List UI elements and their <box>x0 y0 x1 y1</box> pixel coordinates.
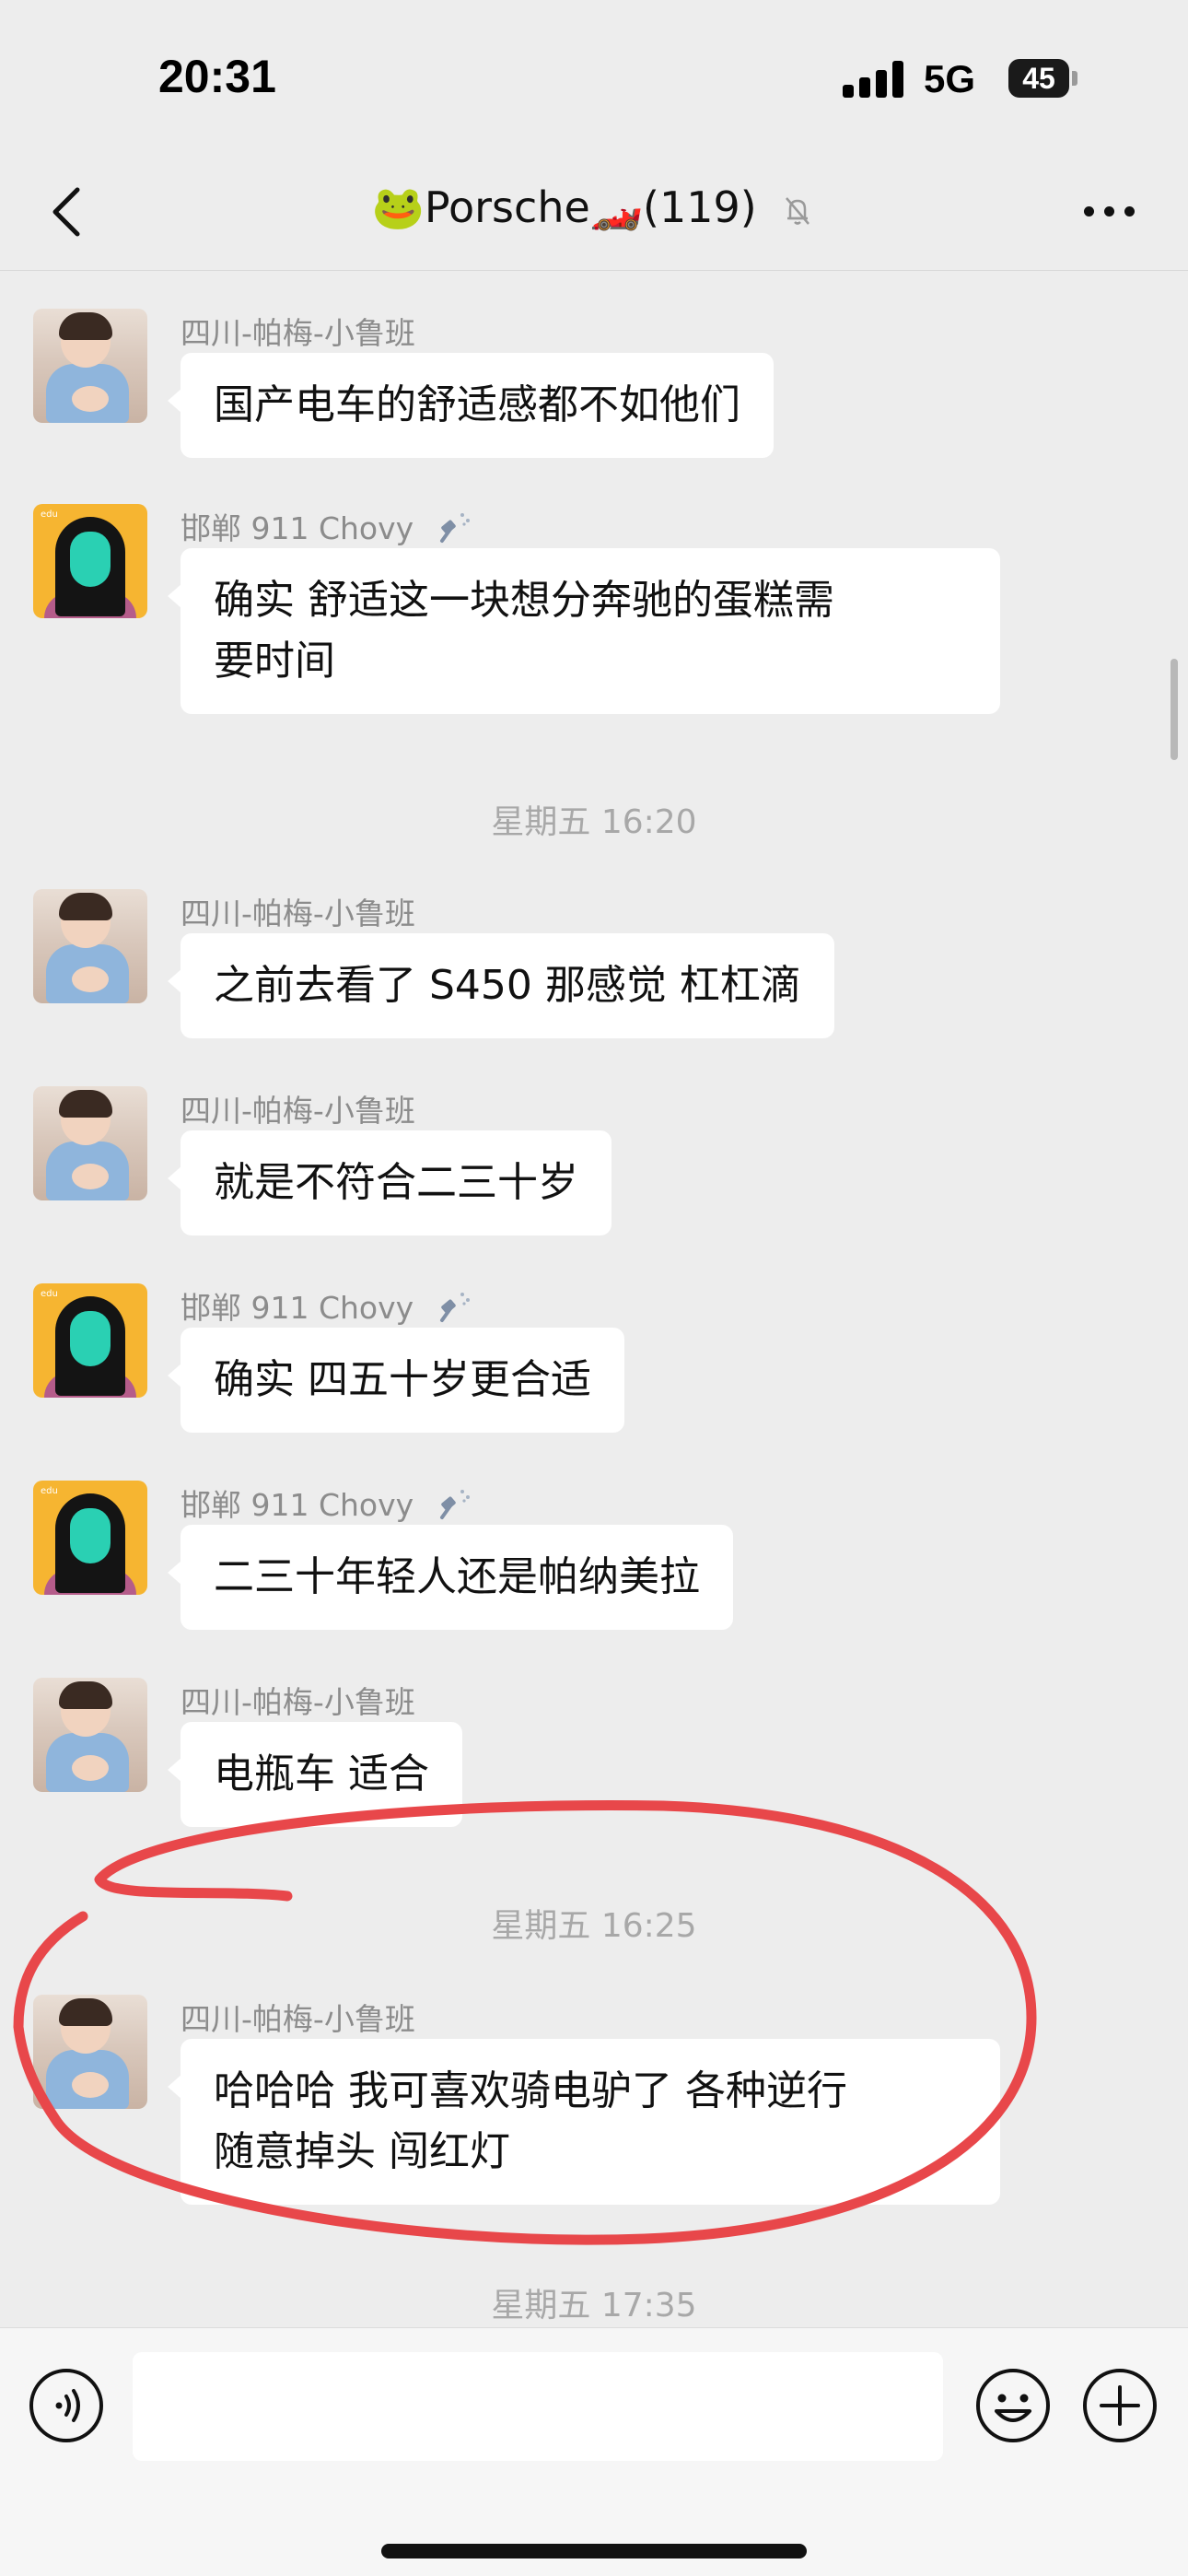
message-item: 四川-帕梅-小鲁班 哈哈哈 我可喜欢骑电驴了 各种逆行 随意掉头 闯红灯 <box>0 1995 1105 2234</box>
cellular-signal-icon <box>843 61 905 98</box>
nav-bar: 🐸Porsche🏎️(119) <box>0 157 1188 271</box>
sender-name: 四川-帕梅-小鲁班 <box>181 1093 415 1129</box>
message-bubble[interactable]: 确实 舒适这一块想分奔驰的蛋糕需 要时间 <box>168 548 1000 714</box>
avatar[interactable] <box>33 889 147 1003</box>
message-text: 国产电车的舒适感都不如他们 <box>214 381 740 428</box>
sender-name: 邯郸 911 Chovy <box>181 504 473 548</box>
battery-icon: 45 <box>1008 59 1069 98</box>
sender-name-text: 邯郸 911 Chovy <box>181 1290 414 1326</box>
avatar[interactable]: edu <box>33 504 147 618</box>
sender-name-text: 邯郸 911 Chovy <box>181 510 414 546</box>
network-type: 5G <box>924 57 976 100</box>
message-text: 要时间 <box>214 638 335 685</box>
message-bubble[interactable]: 确实 四五十岁更合适 <box>168 1328 624 1433</box>
plus-icon[interactable] <box>1081 2367 1159 2444</box>
sender-name: 四川-帕梅-小鲁班 <box>181 1684 415 1720</box>
hammer-icon <box>439 1293 470 1322</box>
message-bubble[interactable]: 电瓶车 适合 <box>168 1722 462 1827</box>
timestamp: 星期五 16:25 <box>491 1907 697 1945</box>
message-bubble[interactable]: 就是不符合二三十岁 <box>168 1130 611 1235</box>
message-item: 四川-帕梅-小鲁班 电瓶车 适合 <box>0 1678 1105 1844</box>
scrollbar[interactable] <box>1171 659 1178 760</box>
avatar[interactable] <box>33 309 147 423</box>
sender-name: 邯郸 911 Chovy <box>181 1481 473 1525</box>
status-bar: 20:31 5G 45 <box>0 0 1188 157</box>
sender-name: 四川-帕梅-小鲁班 <box>181 315 415 351</box>
message-text: 确实 四五十岁更合适 <box>214 1356 591 1403</box>
avatar[interactable]: edu <box>33 1481 147 1595</box>
voice-icon[interactable] <box>28 2367 105 2444</box>
message-text: 电瓶车 适合 <box>214 1751 429 1797</box>
avatar[interactable] <box>33 1678 147 1792</box>
message-text: 二三十年轻人还是帕纳美拉 <box>214 1553 700 1600</box>
message-text: 就是不符合二三十岁 <box>214 1159 578 1206</box>
sender-name: 四川-帕梅-小鲁班 <box>181 2001 415 2037</box>
avatar[interactable] <box>33 1995 147 2109</box>
hammer-icon <box>439 1490 470 1519</box>
chat-list[interactable]: 四川-帕梅-小鲁班 国产电车的舒适感都不如他们 edu 邯郸 911 Chovy… <box>0 272 1188 2326</box>
message-bubble[interactable]: 二三十年轻人还是帕纳美拉 <box>168 1525 733 1630</box>
message-bubble[interactable]: 哈哈哈 我可喜欢骑电驴了 各种逆行 随意掉头 闯红灯 <box>168 2039 1000 2205</box>
message-text: 哈哈哈 我可喜欢骑电驴了 各种逆行 <box>214 2067 847 2114</box>
hammer-icon <box>439 513 470 543</box>
avatar[interactable]: edu <box>33 1283 147 1398</box>
message-bubble[interactable]: 之前去看了 S450 那感觉 杠杠滴 <box>168 933 834 1038</box>
message-item: 四川-帕梅-小鲁班 就是不符合二三十岁 <box>0 1086 1105 1252</box>
input-bar <box>0 2327 1188 2576</box>
bell-slash-icon <box>786 196 810 225</box>
sender-name-text: 邯郸 911 Chovy <box>181 1487 414 1523</box>
message-text: 之前去看了 S450 那感觉 杠杠滴 <box>214 962 801 1009</box>
message-item: edu 邯郸 911 Chovy 确实 四五十岁更合适 <box>0 1283 1105 1449</box>
message-item: edu 邯郸 911 Chovy 二三十年轻人还是帕纳美拉 <box>0 1481 1105 1646</box>
emoji-icon[interactable] <box>974 2367 1052 2444</box>
message-text: 随意掉头 闯红灯 <box>214 2128 510 2175</box>
home-indicator[interactable] <box>381 2544 807 2558</box>
chat-title-text: 🐸Porsche🏎️(119) <box>371 182 757 232</box>
timestamp: 星期五 16:20 <box>491 803 697 841</box>
message-item: 四川-帕梅-小鲁班 之前去看了 S450 那感觉 杠杠滴 <box>0 889 1105 1055</box>
message-input[interactable] <box>133 2352 943 2461</box>
sender-name: 邯郸 911 Chovy <box>181 1283 473 1328</box>
message-text: 确实 舒适这一块想分奔驰的蛋糕需 <box>214 577 834 624</box>
sender-name: 四川-帕梅-小鲁班 <box>181 896 415 931</box>
message-item: edu 邯郸 911 Chovy 确实 舒适这一块想分奔驰的蛋糕需 要时间 <box>0 504 1105 744</box>
status-time: 20:31 <box>158 51 276 102</box>
message-bubble[interactable]: 国产电车的舒适感都不如他们 <box>168 353 774 458</box>
chat-title: 🐸Porsche🏎️(119) <box>0 182 1188 233</box>
avatar[interactable] <box>33 1086 147 1200</box>
message-item: 四川-帕梅-小鲁班 国产电车的舒适感都不如他们 <box>0 309 1105 474</box>
battery-cap <box>1072 71 1077 86</box>
timestamp: 星期五 17:35 <box>491 2287 697 2324</box>
more-dots-icon[interactable] <box>1082 203 1137 221</box>
